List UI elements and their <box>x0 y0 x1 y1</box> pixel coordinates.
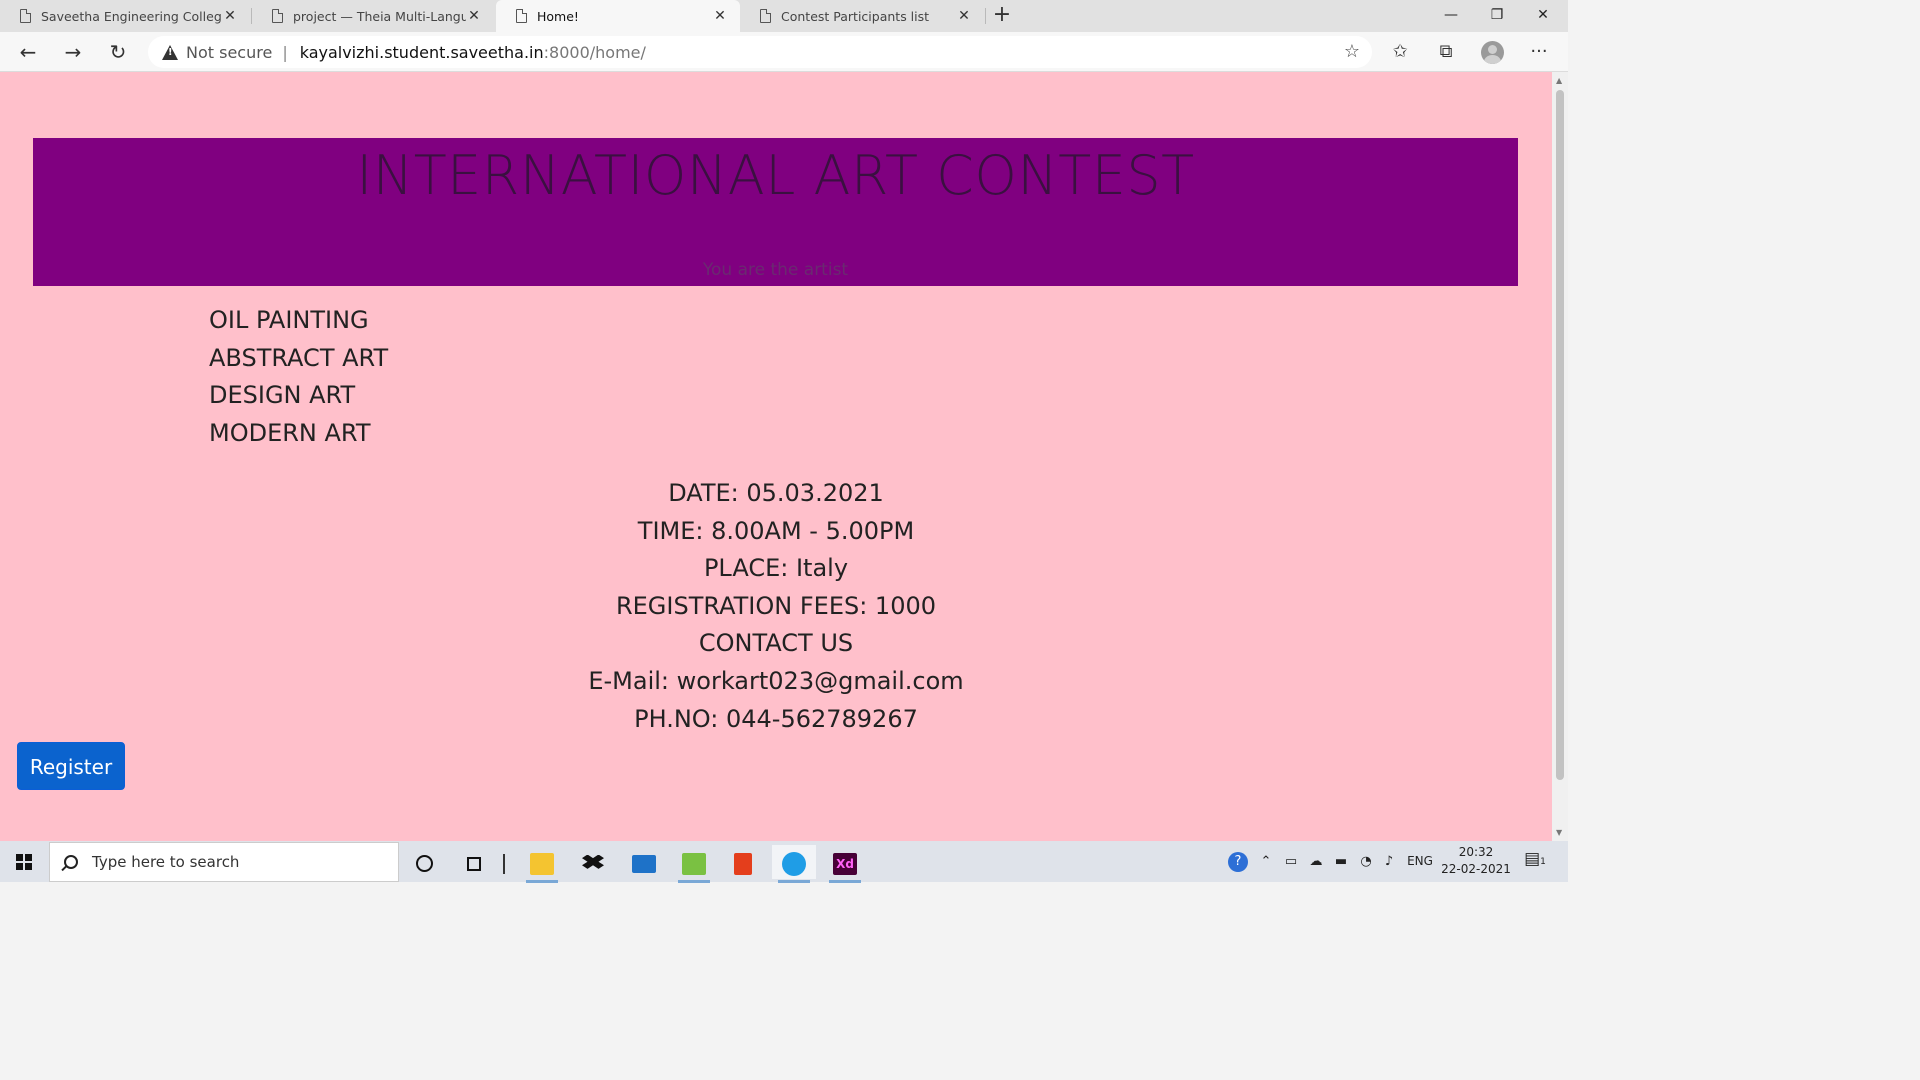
art-category-item: ABSTRACT ART <box>209 343 389 372</box>
url-host[interactable]: kayalvizhi.student.saveetha.in <box>300 43 544 62</box>
file-explorer-icon[interactable] <box>520 845 564 883</box>
tab-title: project — Theia Multi-Language <box>293 8 466 24</box>
tab-title: Saveetha Engineering College <box>41 8 222 24</box>
tab-separator <box>985 8 986 24</box>
start-button[interactable] <box>0 841 48 882</box>
settings-menu-icon[interactable]: ··· <box>1523 36 1555 68</box>
mail-icon[interactable] <box>622 845 666 879</box>
volume-icon[interactable]: ♪ <box>1378 841 1400 882</box>
page-viewport: INTERNATIONAL ART CONTEST You are the ar… <box>0 72 1552 841</box>
security-label[interactable]: Not secure <box>186 43 272 62</box>
collections-icon[interactable]: ⧉ <box>1430 36 1462 68</box>
scrollbar-thumb[interactable] <box>1556 90 1564 780</box>
header-banner: INTERNATIONAL ART CONTEST You are the ar… <box>33 138 1518 286</box>
page-icon <box>20 9 31 23</box>
add-favorite-icon[interactable]: ☆ <box>1340 40 1364 64</box>
onedrive-icon[interactable]: ☁ <box>1305 841 1327 882</box>
taskbar-divider <box>497 845 511 879</box>
language-indicator[interactable]: ENG <box>1404 841 1436 882</box>
art-category-item: OIL PAINTING <box>209 306 369 334</box>
task-view-icon[interactable] <box>452 845 496 879</box>
office-icon[interactable] <box>721 845 765 879</box>
reload-button[interactable]: ↻ <box>102 36 134 68</box>
page-icon <box>760 9 771 23</box>
art-category-list: OIL PAINTING ABSTRACT ART DESIGN ART MOD… <box>209 302 388 452</box>
clock-time: 20:32 <box>1458 845 1494 859</box>
contest-date: DATE: 05.03.2021 <box>668 479 884 507</box>
register-button[interactable]: Register <box>17 742 125 790</box>
contest-info: DATE: 05.03.2021 TIME: 8.00AM - 5.00PM P… <box>0 475 1552 738</box>
contest-place: PLACE: Italy <box>703 554 849 583</box>
contest-time: TIME: 8.00AM - 5.00PM <box>637 516 915 545</box>
close-window-button[interactable]: ✕ <box>1520 0 1566 32</box>
address-bar[interactable]: Not secure | kayalvizhi.student.saveetha… <box>148 36 1372 68</box>
registration-fees: REGISTRATION FEES: 1000 <box>615 591 937 620</box>
url-separator: | <box>282 42 288 62</box>
search-placeholder: Type here to search <box>92 853 240 871</box>
close-icon[interactable]: ✕ <box>956 8 972 24</box>
wifi-icon[interactable]: ◔ <box>1355 841 1377 882</box>
scroll-down-icon[interactable]: ▼ <box>1556 828 1562 837</box>
art-category-item: MODERN ART <box>209 418 371 447</box>
restore-button[interactable]: ❐ <box>1474 0 1520 32</box>
show-hidden-icons-icon[interactable]: ⌃ <box>1256 841 1276 882</box>
back-button[interactable]: ← <box>12 36 44 68</box>
battery-icon[interactable]: ▬ <box>1330 841 1352 882</box>
tab-contest-participants[interactable]: Contest Participants list ✕ <box>740 0 984 32</box>
tab-title: Home! <box>537 8 579 24</box>
contact-email: E-Mail: workart023@gmail.com <box>588 666 964 695</box>
profile-avatar[interactable] <box>1481 41 1504 64</box>
windows-taskbar: Type here to search Xd ? ⌃ ▭ ☁ ▬ ◔ ♪ ENG… <box>0 841 1568 883</box>
taskbar-search[interactable]: Type here to search <box>49 842 399 882</box>
tab-theia-project[interactable]: project — Theia Multi-Language ✕ <box>252 0 494 32</box>
minimize-button[interactable]: — <box>1428 0 1474 32</box>
page-icon <box>272 9 283 23</box>
contact-heading: CONTACT US <box>698 629 854 658</box>
meet-now-icon[interactable]: ▭ <box>1280 841 1302 882</box>
search-icon <box>64 855 78 869</box>
adobe-xd-icon[interactable]: Xd <box>823 845 867 883</box>
art-category-item: DESIGN ART <box>209 381 356 409</box>
tab-strip: Saveetha Engineering College ✕ project —… <box>0 0 1568 32</box>
sublime-icon[interactable] <box>672 845 716 883</box>
page-scrollbar[interactable]: ▲ ▼ <box>1552 72 1568 841</box>
cortana-icon[interactable] <box>402 845 446 879</box>
edge-icon[interactable] <box>772 845 816 883</box>
dropbox-icon[interactable] <box>571 845 615 879</box>
forward-button[interactable]: → <box>57 36 89 68</box>
page-subtitle: You are the artist <box>702 260 849 280</box>
help-icon[interactable]: ? <box>1226 841 1250 882</box>
scroll-up-icon[interactable]: ▲ <box>1556 76 1562 85</box>
page-icon <box>516 9 527 23</box>
tab-home[interactable]: Home! ✕ <box>496 0 740 32</box>
clock-date: 22-02-2021 <box>1441 862 1511 876</box>
browser-toolbar: ← → ↻ Not secure | kayalvizhi.student.sa… <box>0 32 1568 72</box>
new-tab-button[interactable]: + <box>990 4 1014 28</box>
clock[interactable]: 20:32 22-02-2021 <box>1440 844 1512 878</box>
close-icon[interactable]: ✕ <box>466 8 482 24</box>
warning-icon[interactable] <box>162 44 178 60</box>
windows-logo-icon <box>16 854 32 870</box>
close-icon[interactable]: ✕ <box>222 8 238 24</box>
close-icon[interactable]: ✕ <box>712 8 728 24</box>
url-path[interactable]: :8000/home/ <box>544 43 646 62</box>
notification-count: 1 <box>1540 857 1546 867</box>
tab-saveetha[interactable]: Saveetha Engineering College ✕ <box>0 0 250 32</box>
notification-center-icon[interactable]: ▤1 <box>1522 849 1548 873</box>
contact-phone: PH.NO: 044-562789267 <box>634 704 918 733</box>
page-title: INTERNATIONAL ART CONTEST <box>356 144 1195 207</box>
favorites-icon[interactable]: ✩ <box>1384 36 1416 68</box>
tab-title: Contest Participants list <box>781 8 930 24</box>
